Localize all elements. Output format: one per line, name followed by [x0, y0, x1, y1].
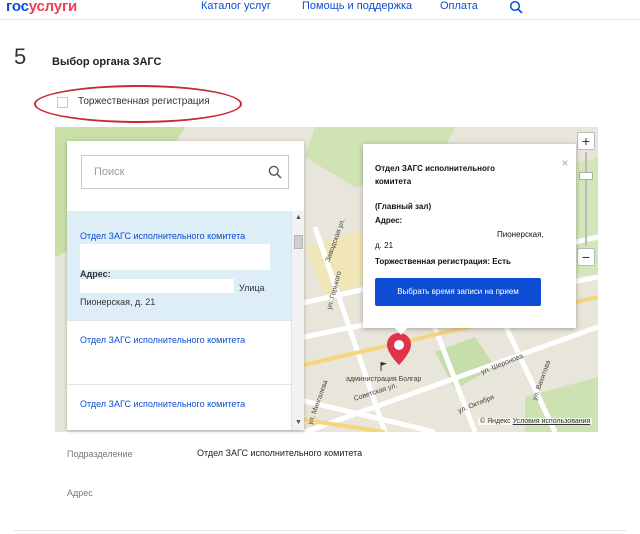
close-icon[interactable]: × [560, 157, 570, 169]
top-header: госуслуги Каталог услуг Помощь и поддерж… [0, 0, 640, 20]
balloon-ceremony: Торжественная регистрация: Есть [375, 257, 511, 266]
list-item-title[interactable]: Отдел ЗАГС исполнительного комитета [80, 231, 245, 241]
scroll-down-icon[interactable]: ▼ [294, 418, 303, 427]
list-item-selected[interactable]: Отдел ЗАГС исполнительного комитета Адре… [67, 211, 291, 321]
search-icon[interactable] [509, 0, 523, 14]
search-input[interactable] [82, 156, 262, 188]
list-item-address-line2: Пионерская, д. 21 [80, 297, 156, 307]
office-info-balloon: × Отдел ЗАГС исполнительного комитета (Г… [363, 144, 576, 328]
map-pin-icon[interactable] [386, 332, 412, 366]
office-results-list: Отдел ЗАГС исполнительного комитета Адре… [67, 211, 291, 430]
list-item-title[interactable]: Отдел ЗАГС исполнительного комитета [80, 335, 245, 345]
highlight-annotation [34, 85, 242, 123]
list-item-title[interactable]: Отдел ЗАГС исполнительного комитета [80, 399, 245, 409]
list-item-address-label: Адрес: [80, 269, 111, 279]
department-label: Подразделение [67, 449, 133, 459]
nav-payment[interactable]: Оплата [440, 0, 478, 12]
balloon-title-line1: Отдел ЗАГС исполнительного [375, 164, 496, 173]
scroll-up-icon[interactable]: ▲ [294, 213, 303, 222]
zoom-out-button[interactable]: − [577, 248, 595, 266]
nav-help[interactable]: Помощь и поддержка [302, 0, 412, 12]
address-label: Адрес [67, 488, 93, 498]
nav-catalog[interactable]: Каталог услуг [201, 0, 271, 12]
office-list-panel: Отдел ЗАГС исполнительного комитета Адре… [67, 141, 304, 430]
balloon-hall: (Главный зал) [375, 202, 432, 211]
list-item-address-tail: Улица [239, 283, 265, 293]
balloon-title-line2: комитета [375, 177, 412, 186]
zoom-in-button[interactable]: + [577, 132, 595, 150]
scrollbar-thumb[interactable] [294, 235, 303, 249]
terms-link[interactable]: Условия использования [513, 418, 591, 425]
map-zoom-control: + − [577, 132, 595, 266]
balloon-tail [393, 326, 409, 335]
list-scrollbar[interactable]: ▲ ▼ [291, 211, 304, 430]
balloon-address-house: д. 21 [375, 241, 394, 250]
step-number: 5 [14, 44, 27, 69]
choose-time-button[interactable]: Выбрать время записи на прием [375, 278, 541, 306]
search-field[interactable] [81, 155, 289, 189]
list-item[interactable]: Отдел ЗАГС исполнительного комитета [67, 385, 291, 430]
divider [14, 530, 626, 531]
department-value: Отдел ЗАГС исполнительного комитета [197, 448, 363, 458]
balloon-address-label: Адрес: [375, 216, 403, 225]
step-title: Выбор органа ЗАГС [52, 56, 162, 68]
zoom-slider-handle[interactable] [579, 172, 593, 180]
gosuslugi-logo[interactable]: госуслуги [6, 0, 77, 15]
zoom-track[interactable] [585, 152, 587, 246]
map-copyright: © Яндекс Условия использования [478, 418, 593, 425]
balloon-address-street: Пионерская, [497, 230, 544, 239]
map-label-admin: администрация Болгар [346, 376, 422, 383]
search-icon[interactable] [268, 165, 282, 179]
list-item[interactable]: Отдел ЗАГС исполнительного комитета [67, 321, 291, 385]
